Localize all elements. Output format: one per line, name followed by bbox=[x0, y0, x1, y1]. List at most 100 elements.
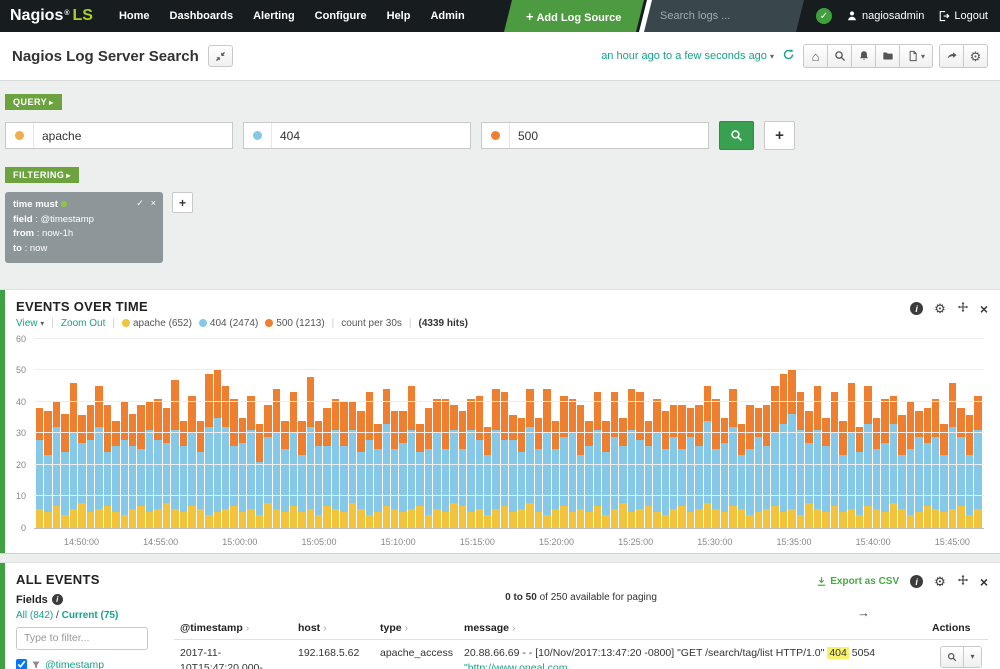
chart-bar[interactable] bbox=[180, 421, 187, 528]
chart-bar[interactable] bbox=[924, 408, 931, 528]
legend-item-apache[interactable]: apache (652) bbox=[122, 318, 192, 329]
chart-bar[interactable] bbox=[687, 408, 694, 528]
chart-bar[interactable] bbox=[399, 411, 406, 528]
chart-bar[interactable] bbox=[949, 383, 956, 528]
nav-configure[interactable]: Configure bbox=[305, 0, 377, 32]
chart-bar[interactable] bbox=[873, 418, 880, 528]
chart-bar[interactable] bbox=[484, 427, 491, 528]
chart-bar[interactable] bbox=[645, 421, 652, 528]
toggle-panels-button[interactable] bbox=[208, 45, 233, 67]
chart-bar[interactable] bbox=[492, 389, 499, 528]
home-button[interactable]: ⌂ bbox=[803, 44, 828, 68]
chart-bar[interactable] bbox=[721, 418, 728, 528]
chart-bar[interactable] bbox=[695, 405, 702, 528]
chart-bar[interactable] bbox=[738, 424, 745, 528]
info-icon[interactable]: i bbox=[910, 302, 923, 315]
move-icon[interactable] bbox=[957, 573, 969, 591]
count-interval-label[interactable]: count per 30s bbox=[341, 318, 402, 329]
query-input-2[interactable] bbox=[272, 129, 470, 143]
logout-link[interactable]: Logout bbox=[938, 10, 988, 22]
nav-home[interactable]: Home bbox=[109, 0, 160, 32]
chart-bar[interactable] bbox=[357, 411, 364, 528]
chart-bar[interactable] bbox=[526, 389, 533, 528]
query-input-3[interactable] bbox=[510, 129, 708, 143]
filtering-section-label[interactable]: FILTERING▸ bbox=[5, 167, 79, 183]
chart-bar[interactable] bbox=[383, 389, 390, 528]
chart-bar[interactable] bbox=[104, 405, 111, 528]
chart-bar[interactable] bbox=[907, 402, 914, 528]
col-timestamp[interactable]: @timestamp› bbox=[174, 619, 292, 640]
chart-bar[interactable] bbox=[594, 392, 601, 527]
chart-bar[interactable] bbox=[560, 396, 567, 528]
chart-bar[interactable] bbox=[797, 392, 804, 527]
legend-item-500[interactable]: 500 (1213) bbox=[265, 318, 324, 329]
chart-bar[interactable] bbox=[247, 396, 254, 528]
chart-bar[interactable] bbox=[146, 402, 153, 528]
chart-bar[interactable] bbox=[763, 405, 770, 528]
chart-bar[interactable] bbox=[518, 418, 525, 528]
chart-bar[interactable] bbox=[256, 424, 263, 528]
chart-bar[interactable] bbox=[611, 392, 618, 527]
chart-bar[interactable] bbox=[171, 380, 178, 528]
settings-button[interactable]: ⚙ bbox=[963, 44, 988, 68]
view-event-button[interactable] bbox=[941, 647, 963, 667]
chart-bar[interactable] bbox=[87, 405, 94, 528]
gear-icon[interactable]: ⚙ bbox=[934, 575, 946, 588]
filter-funnel-icon[interactable] bbox=[31, 660, 41, 669]
zoom-out-link[interactable]: Zoom Out bbox=[61, 318, 105, 329]
chart-bar[interactable] bbox=[53, 402, 60, 528]
chart-bar[interactable] bbox=[70, 383, 77, 528]
field-name[interactable]: @timestamp bbox=[45, 659, 104, 669]
chart-bar[interactable] bbox=[940, 424, 947, 528]
chart-bar[interactable] bbox=[805, 411, 812, 528]
chart-bar[interactable] bbox=[577, 405, 584, 528]
chart-bar[interactable] bbox=[602, 421, 609, 528]
chart-bar[interactable] bbox=[222, 386, 229, 528]
nav-admin[interactable]: Admin bbox=[420, 0, 474, 32]
col-message[interactable]: message› bbox=[458, 619, 926, 640]
alerts-button[interactable] bbox=[851, 44, 876, 68]
chart-bar[interactable] bbox=[121, 402, 128, 528]
chart-bar[interactable] bbox=[366, 392, 373, 527]
chart-bar[interactable] bbox=[188, 396, 195, 528]
reports-button[interactable] bbox=[875, 44, 900, 68]
export-csv-link[interactable]: Export as CSV bbox=[816, 576, 899, 587]
chart-bar[interactable] bbox=[36, 408, 43, 528]
chart-bar[interactable] bbox=[391, 411, 398, 528]
field-checkbox[interactable] bbox=[16, 659, 27, 669]
chart-bar[interactable] bbox=[501, 392, 508, 527]
chart-bar[interactable] bbox=[315, 421, 322, 528]
nav-alerting[interactable]: Alerting bbox=[243, 0, 305, 32]
chart-bar[interactable] bbox=[822, 418, 829, 528]
chart-bar[interactable] bbox=[856, 427, 863, 528]
legend-item-404[interactable]: 404 (2474) bbox=[199, 318, 258, 329]
chart-bar[interactable] bbox=[44, 411, 51, 528]
chart-bar[interactable] bbox=[349, 402, 356, 528]
query-section-label[interactable]: QUERY▸ bbox=[5, 94, 62, 110]
chart-bar[interactable] bbox=[974, 396, 981, 528]
info-icon[interactable]: i bbox=[52, 594, 63, 605]
saved-queries-button[interactable]: ▾ bbox=[899, 44, 933, 68]
chart-bar[interactable] bbox=[459, 411, 466, 528]
chart-bar[interactable] bbox=[585, 421, 592, 528]
chart-bar[interactable] bbox=[543, 389, 550, 528]
chart-bar[interactable] bbox=[670, 405, 677, 528]
chart-bar[interactable] bbox=[704, 386, 711, 528]
event-actions-dropdown[interactable]: ▾ bbox=[963, 647, 981, 667]
chart-bar[interactable] bbox=[864, 386, 871, 528]
view-menu[interactable]: View ▾ bbox=[16, 318, 44, 329]
filter-apply-icon[interactable]: ✓ bbox=[136, 197, 144, 211]
chart-bar[interactable] bbox=[214, 370, 221, 528]
search-button[interactable] bbox=[827, 44, 852, 68]
chart-bar[interactable] bbox=[848, 383, 855, 528]
chart-bar[interactable] bbox=[450, 405, 457, 528]
chart-bar[interactable] bbox=[408, 386, 415, 528]
chart-bar[interactable] bbox=[814, 386, 821, 528]
chart-bar[interactable] bbox=[788, 370, 795, 527]
chart-bar[interactable] bbox=[197, 421, 204, 528]
chart-bar[interactable] bbox=[290, 392, 297, 527]
add-log-source-button[interactable]: +Add Log Source bbox=[504, 0, 644, 32]
chart-bar[interactable] bbox=[890, 396, 897, 528]
col-type[interactable]: type› bbox=[374, 619, 458, 640]
next-page-arrow[interactable]: → bbox=[857, 606, 870, 619]
